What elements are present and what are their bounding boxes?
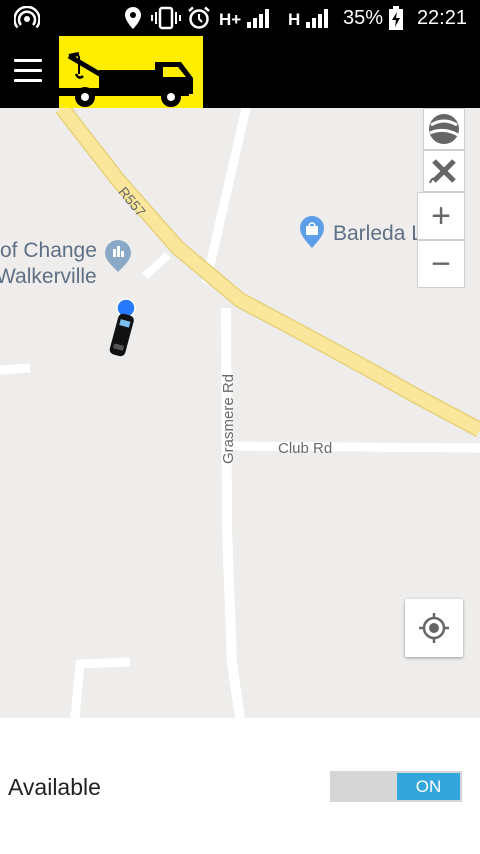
zoom-in-button[interactable]: + [417,192,465,240]
minor-road [142,252,171,279]
minor-road [70,657,131,718]
zoom-out-icon: − [431,245,451,283]
map-view[interactable]: R557 Grasmere Rd Club Rd of Change Walke… [0,108,480,718]
street-label-club: Club Rd [278,440,332,457]
poi-label-barleda: Barleda L [333,222,423,245]
poi-marker-icon[interactable] [105,240,131,272]
shopping-poi-marker-icon[interactable] [300,216,324,248]
poi-label-walkerville-line2: Walkerville [0,265,97,288]
available-label: Available [8,774,101,800]
battery-percent: 35% [343,7,384,29]
network-type-2: H [288,10,301,29]
satellite-view-button[interactable] [423,150,465,192]
map-layers-button[interactable] [423,108,465,150]
vibrate-icon [151,6,181,30]
club-road [227,441,480,453]
battery-charging-icon [389,6,403,30]
grasmere-road [221,307,245,718]
availability-toggle[interactable]: ON [330,771,462,802]
satellite-icon [429,159,456,184]
status-bar: H+ H 35% 22:21 [0,0,480,36]
my-location-button[interactable] [405,599,463,657]
clock: 22:21 [416,7,467,29]
signal-icon [306,9,328,28]
globe-icon [429,114,459,144]
minor-road [201,108,251,285]
tow-truck-logo [59,36,203,108]
zoom-in-icon: + [431,197,451,235]
alarm-icon [188,6,210,29]
street-label-grasmere: Grasmere Rd [220,374,237,464]
toggle-on-state: ON [397,773,460,800]
hamburger-menu-icon[interactable] [14,59,42,83]
signal-icon [247,9,269,28]
poi-label-walkerville-line1: of Change [0,239,97,262]
minor-road [0,363,31,375]
my-location-icon [419,613,449,643]
hotspot-icon [14,6,40,29]
location-icon [125,7,141,29]
zoom-out-button[interactable]: − [417,240,465,288]
vehicle-marker-icon[interactable] [109,298,136,357]
app-bar [0,36,480,108]
network-type-1: H+ [219,10,242,29]
